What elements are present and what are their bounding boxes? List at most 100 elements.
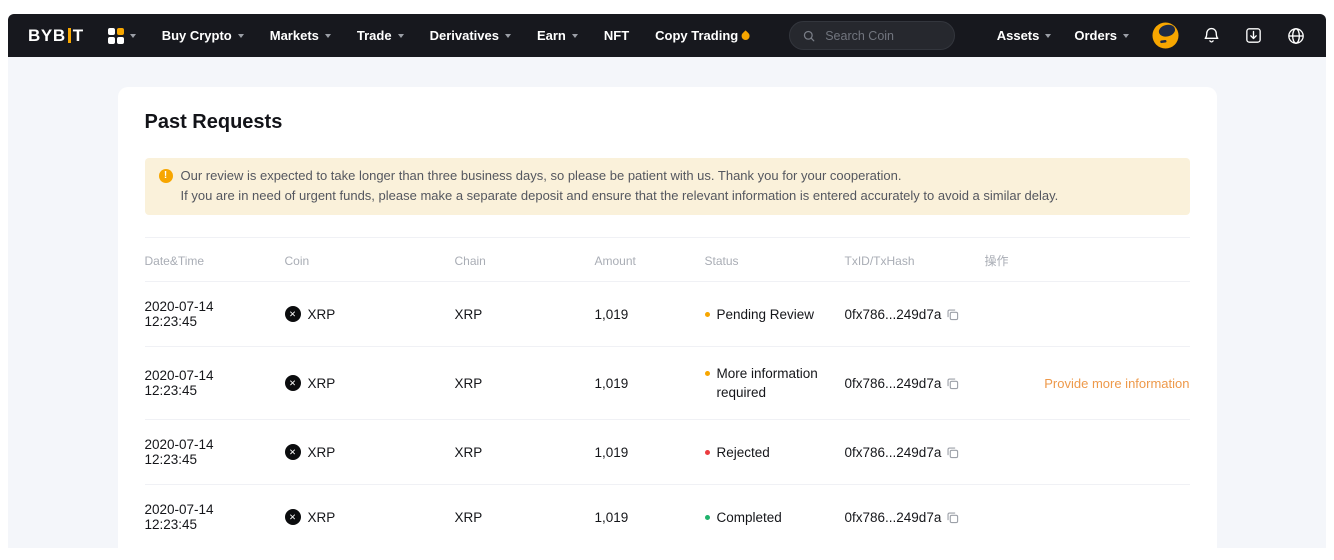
top-navbar: BYB T Buy Crypto Markets Trade Derivatives E… [8,14,1326,57]
column-header: TxID/TxHash [845,254,985,268]
chevron-down-icon [1045,34,1051,38]
cell-datetime: 2020-07-14 12:23:45 [145,502,285,532]
cell-amount: 1,019 [595,510,705,525]
column-header: Coin [285,254,455,268]
cell-coin: ✕ XRP [285,444,455,460]
nav-item-copy-trading[interactable]: Copy Trading [655,28,751,43]
cell-status: More information required [705,364,845,402]
navbar-right: Assets Orders [997,22,1306,49]
txid-value: 0fx786...249d7a [845,445,942,460]
nav-item-label: Assets [997,28,1040,43]
copy-icon[interactable] [946,377,959,390]
cell-chain: XRP [455,307,595,322]
status-dot-icon [705,515,710,520]
xrp-coin-icon: ✕ [285,444,301,460]
copy-icon[interactable] [946,308,959,321]
cell-chain: XRP [455,445,595,460]
nav-item-derivatives[interactable]: Derivatives [430,28,511,43]
copy-icon[interactable] [946,446,959,459]
globe-icon[interactable] [1286,26,1306,46]
cell-datetime: 2020-07-14 12:23:45 [145,437,285,467]
cell-chain: XRP [455,510,595,525]
table-body: 2020-07-14 12:23:45 ✕ XRP XRP 1,019 Pend… [145,282,1190,548]
download-icon[interactable] [1244,26,1263,45]
coin-label: XRP [308,510,336,525]
cell-amount: 1,019 [595,376,705,391]
cell-datetime: 2020-07-14 12:23:45 [145,299,285,329]
txid-value: 0fx786...249d7a [845,307,942,322]
xrp-coin-icon: ✕ [285,509,301,525]
account-menu: Assets Orders [997,28,1129,43]
nav-item-nft[interactable]: NFT [604,28,629,43]
apps-grid-icon [108,28,124,44]
coin-label: XRP [308,376,336,391]
nav-item-label: Markets [270,28,319,43]
logo-text-left: BYB [28,26,66,46]
nav-item-assets[interactable]: Assets [997,28,1052,43]
provide-more-info-link[interactable]: Provide more information [1044,376,1189,391]
chevron-down-icon [398,34,404,38]
nav-item-orders[interactable]: Orders [1074,28,1129,43]
past-requests-card: Past Requests ! Our review is expected t… [118,87,1217,548]
column-header: Chain [455,254,595,268]
nav-item-label: NFT [604,28,629,43]
cell-status: Pending Review [705,305,845,324]
review-notice-banner: ! Our review is expected to take longer … [145,158,1190,215]
logo-text-right: T [73,26,84,46]
search-input[interactable] [823,28,937,44]
table-header: Date&TimeCoinChainAmountStatusTxID/TxHas… [145,238,1190,282]
status-dot-icon [705,371,710,376]
coin-label: XRP [308,307,336,322]
cell-amount: 1,019 [595,307,705,322]
table-row: 2020-07-14 12:23:45 ✕ XRP XRP 1,019 Comp… [145,485,1190,548]
nav-item-label: Copy Trading [655,28,738,43]
page-frame: BYB T Buy Crypto Markets Trade Derivatives E… [0,0,1334,560]
requests-table: Date&TimeCoinChainAmountStatusTxID/TxHas… [145,237,1190,548]
nav-item-markets[interactable]: Markets [270,28,331,43]
bybit-logo[interactable]: BYB T [28,26,84,46]
cell-txid: 0fx786...249d7a [845,376,985,391]
coin-label: XRP [308,445,336,460]
cell-amount: 1,019 [595,445,705,460]
notice-line-2: If you are in need of urgent funds, plea… [181,188,1059,203]
column-header: Status [705,254,845,268]
column-header: Amount [595,254,705,268]
nav-item-buy-crypto[interactable]: Buy Crypto [162,28,244,43]
nav-item-trade[interactable]: Trade [357,28,404,43]
nav-item-earn[interactable]: Earn [537,28,578,43]
avatar[interactable] [1152,22,1179,49]
xrp-coin-icon: ✕ [285,375,301,391]
notice-text: Our review is expected to take longer th… [181,166,1059,206]
status-label: Rejected [717,443,770,462]
cell-txid: 0fx786...249d7a [845,307,985,322]
cell-txid: 0fx786...249d7a [845,510,985,525]
chevron-down-icon [572,34,578,38]
warning-icon: ! [159,169,173,183]
column-header: Date&Time [145,254,285,268]
table-row: 2020-07-14 12:23:45 ✕ XRP XRP 1,019 Reje… [145,420,1190,485]
flame-icon [740,30,751,41]
nav-item-label: Orders [1074,28,1117,43]
txid-value: 0fx786...249d7a [845,376,942,391]
copy-icon[interactable] [946,511,959,524]
chevron-down-icon [238,34,244,38]
nav-item-label: Buy Crypto [162,28,232,43]
cell-status: Completed [705,508,845,527]
apps-grid-button[interactable] [108,28,136,44]
bell-icon[interactable] [1202,26,1221,45]
logo-orange-bar [68,28,71,43]
main-menu: Buy Crypto Markets Trade Derivatives Earn NFT… [162,28,752,43]
cell-coin: ✕ XRP [285,509,455,525]
chevron-down-icon [325,34,331,38]
cell-action: Provide more information [985,376,1190,391]
search-box[interactable] [789,21,955,50]
cell-txid: 0fx786...249d7a [845,445,985,460]
cell-status: Rejected [705,443,845,462]
chevron-down-icon [505,34,511,38]
search-icon [802,29,816,43]
cell-coin: ✕ XRP [285,306,455,322]
table-row: 2020-07-14 12:23:45 ✕ XRP XRP 1,019 Pend… [145,282,1190,347]
status-label: Completed [717,508,782,527]
status-label: More information required [717,364,827,402]
chevron-down-icon [130,34,136,38]
